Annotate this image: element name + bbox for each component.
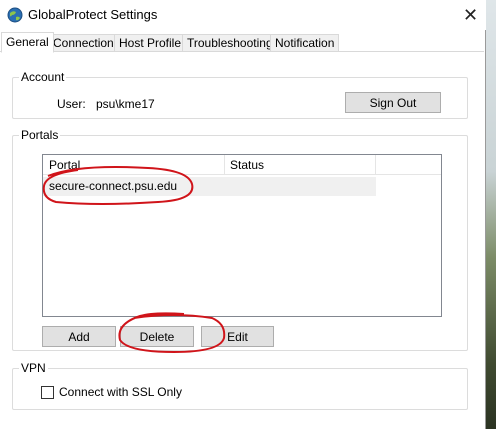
edit-button[interactable]: Edit (201, 326, 274, 347)
account-group: Account User: psu\kme17 Sign Out (12, 70, 468, 119)
portal-list[interactable]: Portal Status secure-connect.psu.edu (42, 154, 442, 317)
close-icon: ✕ (462, 4, 479, 25)
title-bar: GlobalProtect Settings ✕ (0, 0, 486, 30)
tab-troubleshooting[interactable]: Troubleshooting (182, 34, 278, 52)
portal-list-header: Portal Status (43, 155, 441, 175)
user-label: User: (57, 97, 86, 111)
column-header-portal[interactable]: Portal (43, 155, 225, 175)
general-tab-content: Account User: psu\kme17 Sign Out Portals… (0, 51, 484, 429)
add-button[interactable]: Add (42, 326, 116, 347)
tab-notification[interactable]: Notification (270, 34, 340, 52)
vpn-group: VPN Connect with SSL Only (12, 361, 468, 410)
tab-host-profile[interactable]: Host Profile (114, 34, 187, 52)
column-header-status[interactable]: Status (225, 155, 376, 175)
ssl-only-checkbox[interactable] (41, 386, 54, 399)
globe-icon (7, 7, 23, 23)
tab-connection[interactable]: Connection (48, 34, 119, 52)
delete-button[interactable]: Delete (120, 326, 194, 347)
settings-window: GlobalProtect Settings ✕ General Connect… (0, 0, 486, 429)
vpn-legend: VPN (19, 361, 48, 375)
table-row[interactable]: secure-connect.psu.edu (43, 177, 376, 196)
portals-group: Portals Portal Status secure-connect.psu… (12, 128, 468, 351)
window-title: GlobalProtect Settings (28, 7, 158, 22)
user-value: psu\kme17 (96, 97, 155, 111)
tab-general[interactable]: General (1, 32, 54, 53)
tab-bar: General Connection Host Profile Troubles… (0, 32, 486, 53)
account-legend: Account (19, 70, 67, 84)
portal-cell: secure-connect.psu.edu (49, 179, 178, 193)
ssl-only-label[interactable]: Connect with SSL Only (59, 385, 182, 399)
close-button[interactable]: ✕ (455, 0, 486, 30)
portals-legend: Portals (19, 128, 61, 142)
sign-out-button[interactable]: Sign Out (345, 92, 441, 113)
